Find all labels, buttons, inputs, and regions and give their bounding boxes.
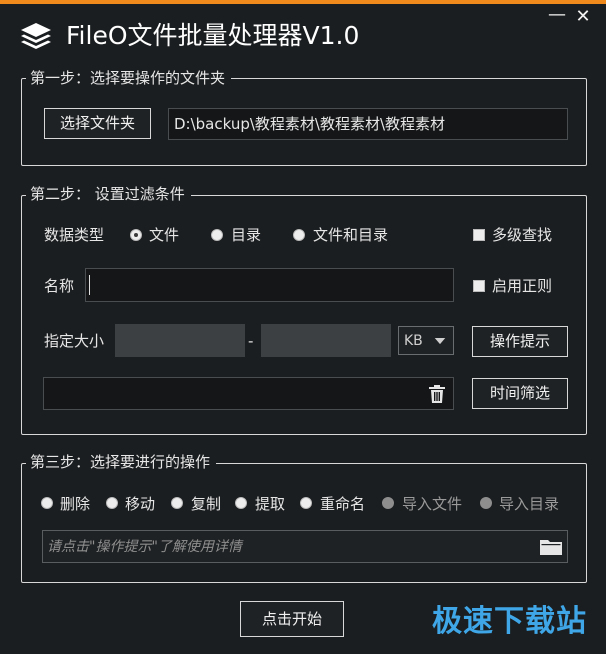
regex-label[interactable]: 启用正则 bbox=[492, 277, 552, 295]
radio-file-and-directory[interactable] bbox=[293, 229, 305, 241]
operation-input[interactable]: 请点击"操作提示"了解使用详情 bbox=[42, 530, 568, 563]
size-unit-select[interactable]: KB bbox=[398, 326, 454, 355]
step2-legend: 第二步： 设置过滤条件 bbox=[26, 185, 191, 203]
text-caret bbox=[89, 275, 90, 295]
step1-legend: 第一步：选择要操作的文件夹 bbox=[26, 69, 232, 87]
radio-copy-label[interactable]: 复制 bbox=[191, 495, 221, 513]
radio-file-label[interactable]: 文件 bbox=[149, 226, 179, 244]
radio-move[interactable] bbox=[106, 497, 118, 509]
multi-level-checkbox[interactable] bbox=[473, 229, 485, 241]
radio-rename[interactable] bbox=[300, 497, 312, 509]
folder-path-value: D:\backup\教程素材\教程素材\教程素材 bbox=[174, 115, 446, 133]
radio-extract-label[interactable]: 提取 bbox=[255, 495, 285, 513]
start-button[interactable]: 点击开始 bbox=[240, 601, 344, 637]
size-range-separator: - bbox=[248, 332, 254, 350]
step3-legend: 第三步：选择要进行的操作 bbox=[26, 453, 217, 471]
multi-level-label[interactable]: 多级查找 bbox=[492, 226, 552, 244]
layers-logo-icon bbox=[21, 23, 51, 49]
file-list-field[interactable] bbox=[43, 377, 454, 410]
radio-file[interactable] bbox=[130, 229, 142, 241]
radio-directory[interactable] bbox=[211, 229, 223, 241]
radio-import-directories-label[interactable]: 导入目录 bbox=[499, 495, 559, 513]
operation-hint-button[interactable]: 操作提示 bbox=[472, 326, 568, 357]
time-filter-button[interactable]: 时间筛选 bbox=[472, 378, 568, 409]
radio-delete-label[interactable]: 删除 bbox=[60, 495, 90, 513]
size-label: 指定大小 bbox=[44, 332, 105, 350]
radio-copy[interactable] bbox=[171, 497, 183, 509]
radio-rename-label[interactable]: 重命名 bbox=[320, 495, 365, 513]
size-min-input[interactable] bbox=[115, 324, 245, 357]
name-input[interactable] bbox=[85, 268, 454, 302]
chevron-down-icon bbox=[434, 338, 446, 345]
radio-extract[interactable] bbox=[235, 497, 247, 509]
folder-path-field[interactable]: D:\backup\教程素材\教程素材\教程素材 bbox=[168, 108, 568, 140]
radio-import-directories[interactable] bbox=[480, 497, 492, 509]
choose-folder-button[interactable]: 选择文件夹 bbox=[44, 108, 151, 139]
data-type-label: 数据类型 bbox=[44, 226, 105, 244]
folder-icon[interactable] bbox=[540, 539, 562, 555]
radio-directory-label[interactable]: 目录 bbox=[231, 226, 261, 244]
app-title: FileO文件批量处理器V1.0 bbox=[66, 21, 360, 50]
radio-import-files[interactable] bbox=[382, 497, 394, 509]
step3-group bbox=[21, 463, 587, 583]
radio-delete[interactable] bbox=[41, 497, 53, 509]
operation-input-placeholder: 请点击"操作提示"了解使用详情 bbox=[47, 539, 242, 555]
radio-move-label[interactable]: 移动 bbox=[125, 495, 155, 513]
size-max-input[interactable] bbox=[261, 324, 391, 357]
accent-top-bar bbox=[0, 0, 606, 4]
watermark-text: 极速下载站 bbox=[432, 604, 587, 639]
size-unit-value: KB bbox=[404, 333, 423, 349]
radio-import-files-label[interactable]: 导入文件 bbox=[402, 495, 462, 513]
name-label: 名称 bbox=[44, 277, 75, 295]
radio-file-and-directory-label[interactable]: 文件和目录 bbox=[313, 226, 388, 244]
trash-icon[interactable] bbox=[429, 385, 445, 403]
close-button[interactable]: ✕ bbox=[574, 8, 592, 26]
minimize-button[interactable]: — bbox=[548, 6, 566, 24]
regex-checkbox[interactable] bbox=[473, 280, 485, 292]
